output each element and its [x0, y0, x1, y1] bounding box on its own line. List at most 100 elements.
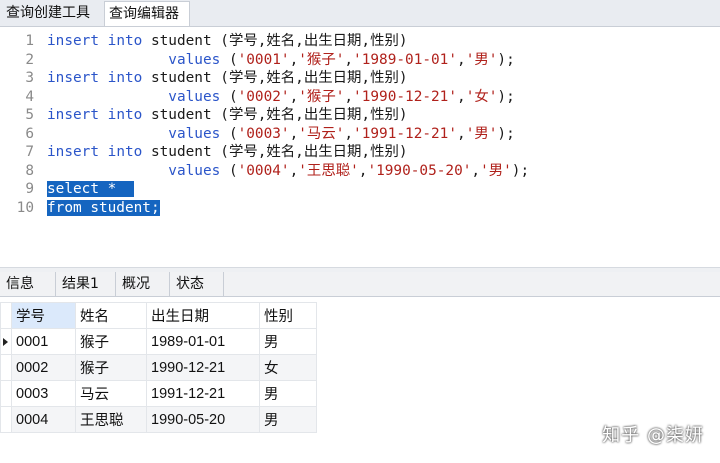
cell-id[interactable]: 0003: [11, 380, 76, 407]
sql-string: '1989-01-01': [353, 51, 458, 68]
selected-text: from student;: [47, 199, 160, 216]
cell-birthdate[interactable]: 1990-05-20: [146, 406, 260, 433]
code-text: ,: [289, 162, 299, 179]
code-text: ,: [289, 125, 299, 142]
code-line: insert into student (学号,姓名,出生日期,性别): [47, 69, 408, 88]
code-text: );: [497, 51, 515, 68]
sql-keyword: values: [168, 88, 221, 105]
cell-id[interactable]: 0004: [11, 406, 76, 433]
line-number: 3: [25, 70, 34, 86]
tab-query-builder[interactable]: 查询创建工具: [2, 1, 104, 26]
cell-id[interactable]: 0001: [11, 328, 76, 355]
code-text: );: [497, 125, 515, 142]
code-text: );: [497, 88, 515, 105]
sql-editor[interactable]: 1 insert into student (学号,姓名,出生日期,性别) 2 va…: [0, 27, 720, 267]
sql-keyword: insert: [47, 33, 99, 49]
code-line: values ('0003','马云','1991-12-21','男');: [47, 125, 515, 144]
code-text: (: [220, 162, 238, 179]
code-text: (: [220, 51, 238, 68]
column-header-id[interactable]: 学号: [11, 302, 76, 329]
cell-gender[interactable]: 女: [259, 354, 317, 381]
code-line: values ('0001','猴子','1989-01-01','男');: [47, 51, 515, 70]
cell-birthdate[interactable]: 1990-12-21: [146, 354, 260, 381]
tab-status[interactable]: 状态: [170, 272, 224, 296]
sql-string: '猴子': [298, 51, 345, 68]
code-text: ,: [344, 125, 354, 142]
column-header-gender[interactable]: 性别: [259, 302, 317, 329]
line-number: 4: [25, 88, 34, 105]
row-header-corner: [0, 302, 12, 329]
result-grid: 学号 姓名 出生日期 性别 0001 猴子 1989-01-01 男 0002 …: [0, 302, 317, 433]
sql-string: '1990-05-20': [367, 162, 472, 179]
sql-keyword: values: [168, 51, 221, 68]
cell-name[interactable]: 王思聪: [75, 406, 147, 433]
code-text: ,: [344, 51, 354, 68]
sql-string: '男': [465, 125, 498, 142]
sql-string: '男': [480, 162, 512, 179]
table-row[interactable]: 0001 猴子 1989-01-01 男: [0, 328, 317, 355]
table-row[interactable]: 0004 王思聪 1990-05-20 男: [0, 406, 317, 433]
tab-message[interactable]: 信息: [0, 272, 56, 296]
sql-string: '0004': [237, 162, 290, 179]
row-header: [0, 354, 12, 381]
tab-result-1[interactable]: 结果1: [56, 272, 116, 296]
cell-gender[interactable]: 男: [259, 380, 317, 407]
code-text: ,: [289, 88, 299, 105]
code-line: values ('0004','王思聪','1990-05-20','男');: [47, 162, 529, 181]
line-number: 5: [25, 107, 34, 123]
sql-string: '0001': [237, 51, 290, 68]
sql-keyword: insert: [47, 144, 99, 160]
watermark: 知乎 @柒妍: [602, 425, 704, 446]
cell-name[interactable]: 猴子: [75, 328, 147, 355]
code-text: student (学号,姓名,出生日期,性别): [142, 33, 408, 49]
grid-header-row: 学号 姓名 出生日期 性别: [0, 302, 317, 329]
row-pointer-icon: [3, 337, 8, 346]
code-line: insert into student (学号,姓名,出生日期,性别): [47, 106, 408, 125]
sql-string: '马云': [298, 125, 345, 142]
table-row[interactable]: 0003 马云 1991-12-21 男: [0, 380, 317, 407]
sql-keyword: into: [107, 70, 143, 86]
cell-gender[interactable]: 男: [259, 328, 317, 355]
line-number: 1: [25, 33, 34, 49]
code-text: (: [220, 125, 238, 142]
code-text: ,: [457, 51, 466, 68]
sql-string: '1990-12-21': [353, 88, 458, 105]
code-line: from student;: [47, 199, 160, 218]
selected-text: select *: [47, 181, 134, 197]
row-header: [0, 380, 12, 407]
sql-string: '0002': [237, 88, 290, 105]
sql-keyword: insert: [47, 107, 99, 123]
line-number: 8: [25, 162, 34, 179]
cell-name[interactable]: 猴子: [75, 354, 147, 381]
code-text: ,: [471, 162, 481, 179]
sql-string: '男': [465, 51, 498, 68]
tab-profile[interactable]: 概况: [116, 272, 170, 296]
code-text: ,: [344, 88, 354, 105]
table-row[interactable]: 0002 猴子 1990-12-21 女: [0, 354, 317, 381]
sql-keyword: insert: [47, 70, 99, 86]
cell-birthdate[interactable]: 1989-01-01: [146, 328, 260, 355]
sql-string: '猴子': [298, 88, 345, 105]
sql-keyword: values: [168, 162, 221, 179]
column-header-birthdate[interactable]: 出生日期: [146, 302, 260, 329]
code-line: insert into student (学号,姓名,出生日期,性别): [47, 32, 408, 51]
sql-keyword: values: [168, 125, 221, 142]
tab-query-editor[interactable]: 查询编辑器: [104, 1, 190, 26]
sql-string: '0003': [237, 125, 290, 142]
cell-name[interactable]: 马云: [75, 380, 147, 407]
code-line: values ('0002','猴子','1990-12-21','女');: [47, 88, 515, 107]
code-line: insert into student (学号,姓名,出生日期,性别): [47, 143, 408, 162]
sql-keyword: into: [107, 144, 143, 160]
cell-gender[interactable]: 男: [259, 406, 317, 433]
column-header-name[interactable]: 姓名: [75, 302, 147, 329]
cell-id[interactable]: 0002: [11, 354, 76, 381]
sql-string: '女': [465, 88, 498, 105]
result-tab-bar: 信息 结果1 概况 状态: [0, 272, 720, 297]
cell-birthdate[interactable]: 1991-12-21: [146, 380, 260, 407]
